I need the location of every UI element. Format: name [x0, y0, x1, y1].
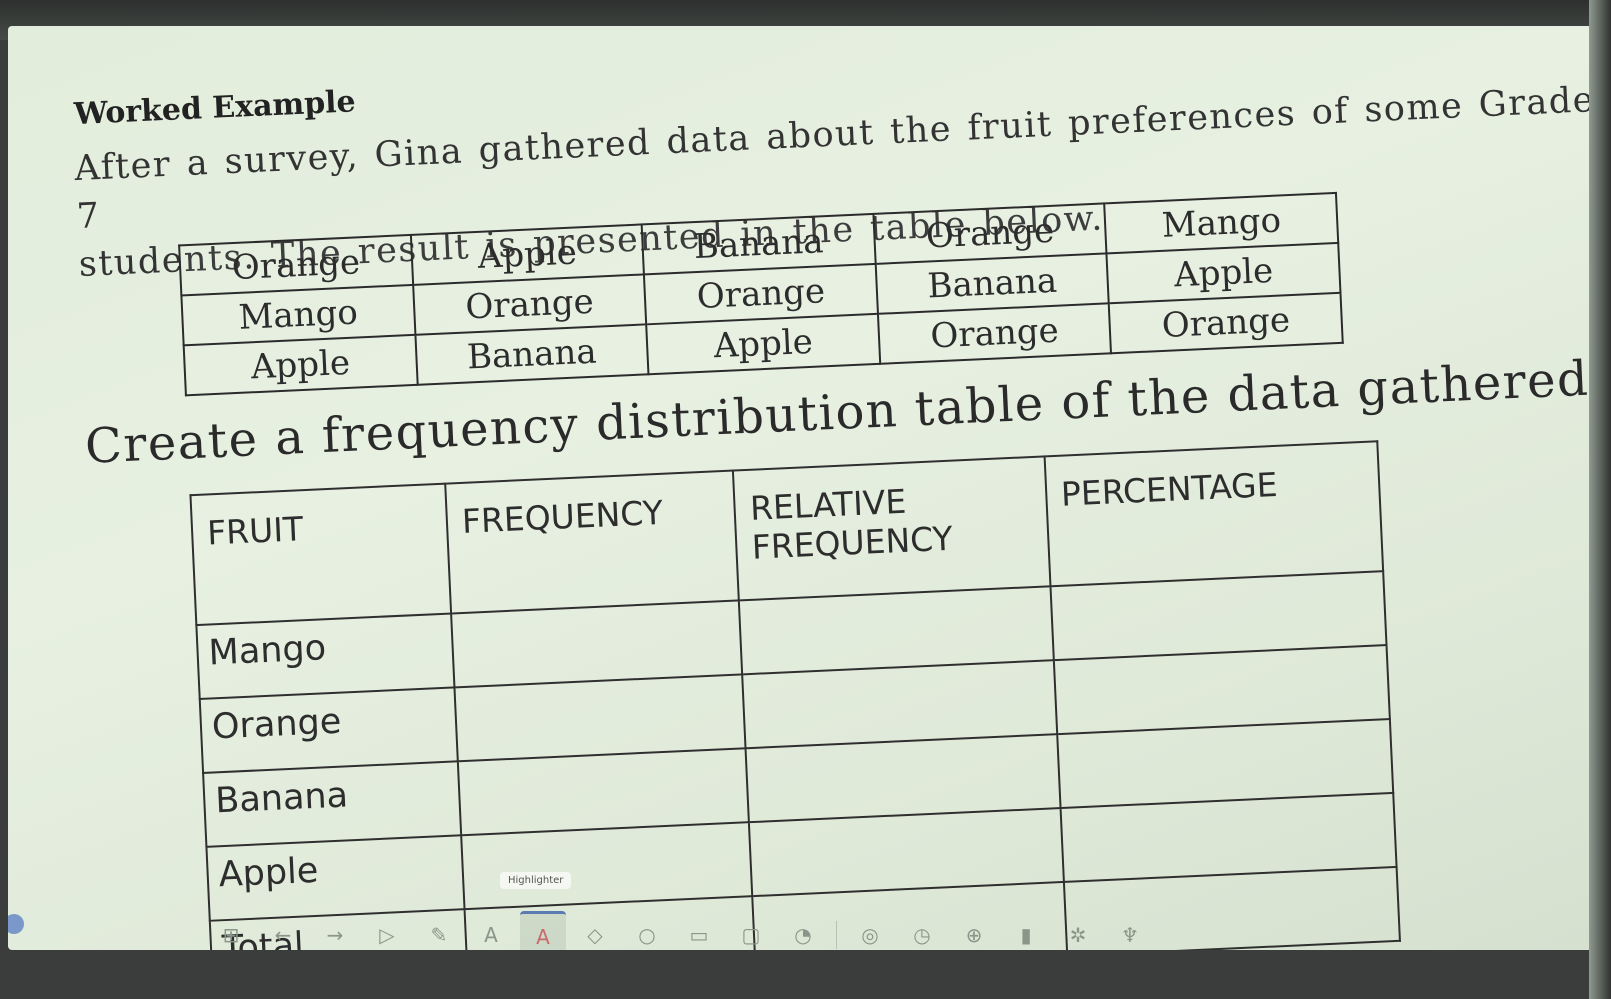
- shapes-icon[interactable]: ○: [624, 912, 670, 950]
- fruit-cell: Orange: [199, 687, 458, 773]
- fruit-cell: Banana: [203, 761, 462, 847]
- undo-icon[interactable]: ←: [260, 912, 306, 950]
- relative-frequency-cell: [739, 586, 1054, 675]
- monitor-bezel-right: [1589, 0, 1611, 999]
- column-header-relative-frequency: RELATIVE FREQUENCY: [733, 456, 1051, 601]
- frequency-cell: [454, 674, 746, 762]
- redo-icon[interactable]: →: [312, 912, 358, 950]
- web-icon[interactable]: ⊕: [951, 912, 997, 950]
- frequency-cell: [451, 600, 743, 688]
- column-header-frequency: FREQUENCY: [445, 470, 740, 614]
- toolbar-divider: [836, 921, 837, 949]
- table-cell: Orange: [1109, 292, 1343, 354]
- table-cell: Banana: [415, 324, 649, 385]
- pen-icon[interactable]: ✎: [416, 912, 462, 950]
- frequency-cell: [457, 748, 750, 836]
- column-header-percentage: PERCENTAGE: [1044, 441, 1384, 587]
- text-a-icon[interactable]: A: [468, 912, 514, 950]
- spinner-icon[interactable]: ✲: [1055, 912, 1101, 950]
- whiteboard-toolbar: ⊞ ← → ▷ ✎ A A ◇ ○ ▭ ▢ ◔ ◎ ◷ ⊕ ▮ ✲ ♆: [208, 906, 1208, 950]
- grid-icon[interactable]: ⊞: [208, 912, 254, 950]
- chart-icon[interactable]: ▮: [1003, 912, 1049, 950]
- whiteboard-screen: Worked Example After a survey, Gina gath…: [8, 26, 1592, 950]
- frequency-distribution-table: FRUIT FREQUENCY RELATIVE FREQUENCY PERCE…: [189, 440, 1401, 950]
- worked-example-heading: Worked Example: [73, 84, 357, 133]
- slide-canvas: Worked Example After a survey, Gina gath…: [8, 26, 1592, 950]
- eraser-icon[interactable]: ◇: [572, 912, 618, 950]
- frequency-cell: [461, 822, 753, 910]
- relative-frequency-cell: [749, 808, 1064, 897]
- table-cell: Apple: [646, 313, 881, 375]
- table-cell: Orange: [877, 303, 1112, 364]
- column-header-fruit: FRUIT: [190, 483, 452, 626]
- fruit-cell: Mango: [196, 613, 455, 699]
- clock-icon[interactable]: ◷: [899, 912, 945, 950]
- comment-icon[interactable]: ▢: [728, 912, 774, 950]
- table-cell: Apple: [183, 334, 418, 396]
- textbox-icon[interactable]: ▭: [676, 912, 722, 950]
- select-icon[interactable]: ▷: [364, 912, 410, 950]
- relative-frequency-cell: [745, 734, 1061, 823]
- trophy-icon[interactable]: ♆: [1107, 912, 1153, 950]
- assistant-bubble-icon[interactable]: [8, 914, 24, 934]
- highlighter-tooltip: Highlighter: [500, 872, 572, 889]
- relative-frequency-cell: [742, 660, 1057, 749]
- timer-hand-icon[interactable]: ◔: [780, 912, 826, 950]
- ai-icon[interactable]: ◎: [847, 912, 893, 950]
- highlight-a-icon[interactable]: A: [520, 910, 566, 950]
